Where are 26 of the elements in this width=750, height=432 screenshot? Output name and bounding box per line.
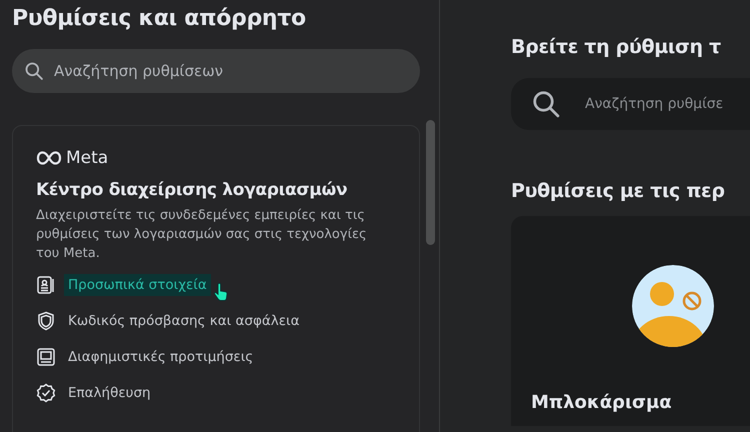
search-icon (531, 89, 561, 119)
search-field[interactable]: Αναζήτηση ρυθμίσεων (52, 61, 408, 81)
scrollbar-thumb[interactable] (426, 120, 435, 245)
section-heading: Ρυθμίσεις με τις περ (511, 180, 726, 202)
search-icon (24, 61, 44, 81)
settings-card[interactable]: Μπλοκάρισμα (511, 216, 750, 426)
search-bar[interactable]: Αναζήτηση ρυθμίσεων (12, 49, 420, 93)
infinity-logo-icon (36, 151, 62, 165)
brand-name: Meta (66, 148, 108, 168)
card-title: Μπλοκάρισμα (531, 392, 673, 413)
settings-link[interactable]: Προσωπικά στοιχεία (64, 274, 211, 296)
section-heading: Βρείτε τη ρύθμιση τ (511, 36, 722, 58)
hand-cursor-icon (212, 282, 229, 302)
search-field[interactable]: Αναζήτηση ρυθμίσε (583, 95, 750, 113)
monitor-icon (36, 347, 56, 367)
settings-link[interactable]: Διαφημιστικές προτιμήσεις (64, 346, 258, 368)
settings-link[interactable]: Επαλήθευση (64, 382, 155, 404)
id-card-icon (36, 275, 56, 295)
blocked-person-icon (631, 264, 715, 348)
shield-icon (36, 311, 56, 331)
card-description: Διαχειριστείτε τις συνδεδεμένες εμπειρίες και τις ρυθμίσεις των λογαριασμών σας στις τεχνολογίες του Meta. (36, 207, 368, 263)
panel-title: Ρυθμίσεις και απόρρητο (12, 6, 307, 31)
verified-badge-icon (36, 383, 56, 403)
settings-link[interactable]: Κωδικός πρόσβασης και ασφάλεια (64, 310, 304, 332)
card-title: Κέντρο διαχείρισης λογαριασμών (36, 180, 348, 200)
search-bar[interactable]: Αναζήτηση ρυθμίσε (511, 78, 750, 130)
